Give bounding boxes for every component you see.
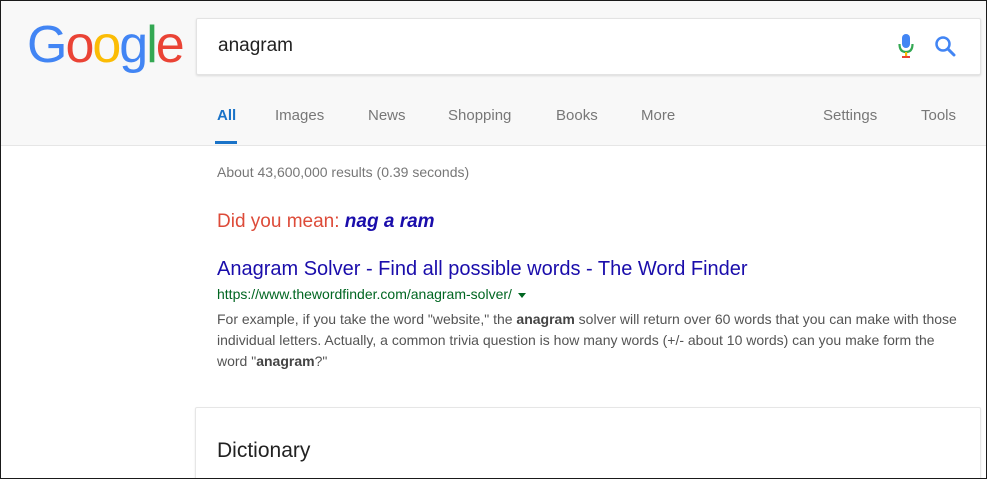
logo-letter: o xyxy=(65,16,94,74)
logo-letter: o xyxy=(92,16,121,74)
spelling-suggestion-link[interactable]: nag a ram xyxy=(345,211,435,232)
tab-news[interactable]: News xyxy=(368,107,406,124)
result-stats: About 43,600,000 results (0.39 seconds) xyxy=(217,164,470,180)
tab-books[interactable]: Books xyxy=(556,107,598,124)
result-title-link[interactable]: Anagram Solver - Find all possible words… xyxy=(217,258,748,281)
active-tab-indicator xyxy=(215,141,237,144)
snippet-highlight: anagram xyxy=(516,311,575,327)
logo-letter: e xyxy=(155,16,185,74)
tab-images[interactable]: Images xyxy=(275,107,324,124)
did-you-mean-label: Did you mean: xyxy=(217,211,345,232)
search-input[interactable]: anagram xyxy=(218,35,293,57)
tab-shopping[interactable]: Shopping xyxy=(448,107,511,124)
snippet-text: For example, if you take the word "websi… xyxy=(217,311,517,327)
google-logo[interactable]: Google xyxy=(27,15,185,75)
result-snippet: For example, if you take the word "websi… xyxy=(217,309,957,372)
snippet-highlight: anagram xyxy=(256,353,315,369)
mic-icon[interactable] xyxy=(898,33,914,59)
header: Google anagram All Images News Shopping … xyxy=(1,1,986,146)
result-url: https://www.thewordfinder.com/anagram-so… xyxy=(217,286,526,302)
dictionary-card: Dictionary xyxy=(195,407,981,478)
logo-letter: l xyxy=(146,16,157,74)
did-you-mean: Did you mean: nag a ram xyxy=(217,211,435,233)
tab-tools[interactable]: Tools xyxy=(921,107,956,124)
browser-frame: Google anagram All Images News Shopping … xyxy=(0,0,987,479)
logo-letter: G xyxy=(27,16,67,74)
tab-all[interactable]: All xyxy=(217,107,236,124)
search-box[interactable]: anagram xyxy=(196,18,981,75)
dictionary-title: Dictionary xyxy=(217,439,311,462)
logo-letter: g xyxy=(119,16,148,74)
result-url-text: https://www.thewordfinder.com/anagram-so… xyxy=(217,286,512,302)
tab-settings[interactable]: Settings xyxy=(823,107,877,124)
tab-more[interactable]: More xyxy=(641,107,675,124)
url-dropdown-arrow-icon[interactable] xyxy=(517,292,526,298)
snippet-text: ?" xyxy=(314,353,328,369)
search-icon[interactable] xyxy=(934,35,956,57)
